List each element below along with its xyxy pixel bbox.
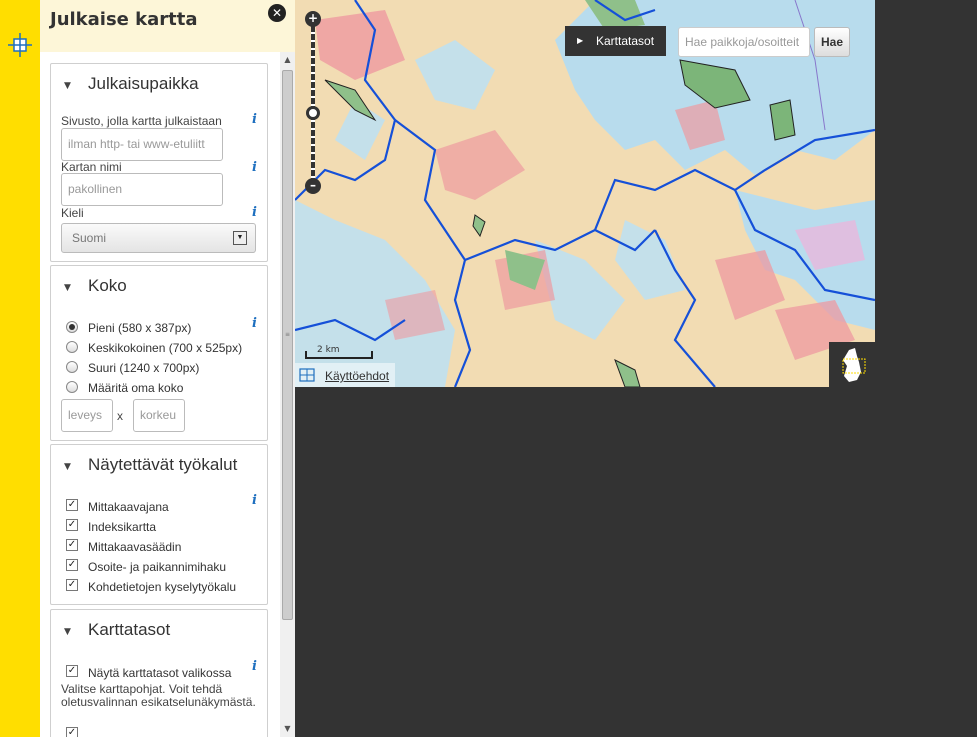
scroll-down-icon[interactable]: ▼	[280, 721, 295, 737]
info-icon[interactable]: i	[252, 659, 257, 674]
size-radio-small[interactable]	[66, 321, 78, 333]
terms-of-use-link[interactable]: Käyttöehdot	[325, 369, 389, 383]
layers-help-text: Valitse karttapohjat. Voit tehdä oletusv…	[61, 682, 256, 709]
place-search-input[interactable]: Hae paikkoja/osoitteit	[678, 27, 810, 57]
close-icon[interactable]: ✕	[268, 4, 286, 22]
finland-outline-icon	[842, 348, 866, 382]
panel-header: Julkaise kartta ✕	[40, 0, 295, 52]
crosshair-tool-icon[interactable]	[7, 32, 33, 58]
zoom-slider-knob[interactable]	[306, 106, 320, 120]
collapse-triangle-icon[interactable]: ▼	[64, 283, 71, 293]
size-radio-custom[interactable]	[66, 381, 78, 393]
index-map-toggle[interactable]	[829, 342, 875, 387]
collapse-triangle-icon[interactable]: ▼	[64, 627, 71, 637]
collapse-triangle-icon[interactable]: ▼	[64, 462, 71, 472]
map-preview[interactable]: + – ▶ Karttatasot Hae paikkoja/osoitteit…	[295, 0, 875, 387]
scroll-thumb[interactable]: ≡	[282, 70, 293, 620]
panel-title: Julkaise kartta	[50, 9, 198, 30]
info-icon[interactable]: i	[252, 316, 257, 331]
tool-label: Mittakaavajana	[88, 500, 169, 514]
site-label: Sivusto, jolla kartta julkaistaan	[61, 114, 222, 128]
section-header[interactable]: ▼ Julkaisupaikka	[51, 64, 267, 102]
publish-map-panel: Julkaise kartta ✕ ▼ Julkaisupaikka Sivus…	[40, 0, 295, 737]
size-option-custom: Määritä oma koko	[88, 381, 184, 395]
section-title: Näytettävät työkalut	[88, 455, 238, 474]
section-header[interactable]: ▼ Karttatasot	[51, 610, 267, 648]
info-icon[interactable]: i	[252, 112, 257, 127]
map-logo-icon	[299, 368, 315, 382]
tool-label: Indeksikartta	[88, 520, 157, 534]
map-name-input[interactable]: pakollinen	[61, 173, 223, 206]
size-radio-medium[interactable]	[66, 341, 78, 353]
scroll-up-icon[interactable]: ▲	[280, 52, 295, 68]
section-tools: ▼ Näytettävät työkalut i ✓ Mittakaavajan…	[50, 444, 268, 605]
section-title: Karttatasot	[88, 620, 171, 639]
zoom-out-button[interactable]: –	[305, 178, 321, 194]
panel-scrollbar[interactable]: ▲ ≡ ▼	[280, 52, 295, 737]
info-icon[interactable]: i	[252, 160, 257, 175]
info-icon[interactable]: i	[252, 205, 257, 220]
height-input[interactable]: korkeu	[133, 399, 185, 432]
section-publish-location: ▼ Julkaisupaikka Sivusto, jolla kartta j…	[50, 63, 268, 262]
expand-triangle-icon: ▶	[577, 36, 584, 45]
search-button[interactable]: Hae	[814, 27, 850, 57]
tool-label: Osoite- ja paikannimihaku	[88, 560, 227, 574]
size-option-small: Pieni (580 x 387px)	[88, 321, 192, 335]
section-header[interactable]: ▼ Näytettävät työkalut	[51, 445, 267, 483]
dropdown-arrow-icon[interactable]: ▼	[233, 231, 247, 245]
size-radio-large[interactable]	[66, 361, 78, 373]
show-layers-label: Näytä karttatasot valikossa	[88, 666, 232, 680]
map-name-label: Kartan nimi	[61, 160, 122, 174]
section-layers: ▼ Karttatasot i ✓ Näytä karttatasot vali…	[50, 609, 268, 737]
tool-label: Kohdetietojen kyselytyökalu	[88, 580, 237, 594]
terms-box: Käyttöehdot	[295, 363, 395, 387]
scroll-grip-icon: ≡	[284, 331, 291, 338]
map-canvas[interactable]	[295, 0, 875, 387]
section-title: Julkaisupaikka	[88, 74, 199, 93]
language-label: Kieli	[61, 206, 84, 220]
size-option-large: Suuri (1240 x 700px)	[88, 361, 200, 375]
scale-bar	[305, 351, 373, 359]
left-toolbar	[0, 0, 40, 737]
section-size: ▼ Koko i Pieni (580 x 387px) Keskikokoin…	[50, 265, 268, 441]
map-layers-button[interactable]: ▶ Karttatasot	[565, 26, 666, 56]
section-header[interactable]: ▼ Koko	[51, 266, 267, 304]
zoom-in-button[interactable]: +	[305, 11, 321, 27]
tool-checkbox[interactable]: ✓	[66, 579, 78, 591]
section-title: Koko	[88, 276, 127, 295]
info-icon[interactable]: i	[252, 493, 257, 508]
tool-checkbox[interactable]: ✓	[66, 499, 78, 511]
show-layers-checkbox[interactable]: ✓	[66, 665, 78, 677]
tool-checkbox[interactable]: ✓	[66, 539, 78, 551]
size-separator: x	[117, 409, 123, 423]
width-input[interactable]: leveys	[61, 399, 113, 432]
basemap-checkbox[interactable]: ✓	[66, 727, 78, 737]
language-select[interactable]: Suomi ▼	[61, 223, 256, 253]
tool-label: Mittakaavasäädin	[88, 540, 182, 554]
tool-checkbox[interactable]: ✓	[66, 519, 78, 531]
size-option-medium: Keskikokoinen (700 x 525px)	[88, 341, 243, 355]
site-input[interactable]: ilman http- tai www-etuliitt	[61, 128, 223, 161]
collapse-triangle-icon[interactable]: ▼	[64, 81, 71, 91]
tool-checkbox[interactable]: ✓	[66, 559, 78, 571]
zoom-slider-track[interactable]	[311, 18, 315, 186]
